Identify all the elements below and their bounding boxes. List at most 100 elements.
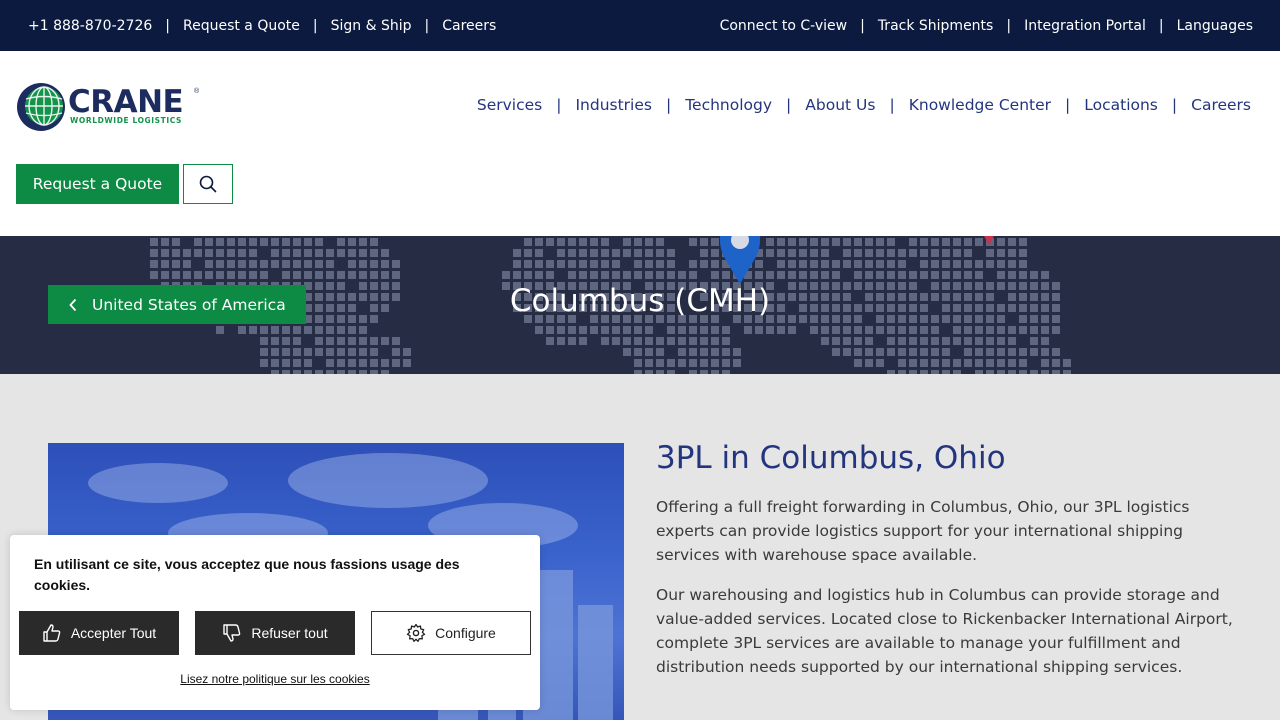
- map-dot: [634, 326, 642, 334]
- cookie-policy-link[interactable]: Lisez notre politique sur les cookies: [10, 672, 540, 686]
- map-dot: [304, 348, 312, 356]
- map-dot: [942, 359, 950, 367]
- map-dot: [876, 249, 884, 257]
- map-dot: [909, 238, 917, 246]
- map-dot: [282, 249, 290, 257]
- map-dot: [964, 326, 972, 334]
- map-dot: [381, 260, 389, 268]
- map-dot: [590, 326, 598, 334]
- sign-ship-link[interactable]: Sign & Ship: [331, 18, 412, 34]
- map-dot: [722, 359, 730, 367]
- map-dot: [150, 249, 158, 257]
- map-dot: [216, 238, 224, 246]
- map-dot: [1008, 326, 1016, 334]
- map-dot: [315, 337, 323, 345]
- accept-all-button[interactable]: Accepter Tout: [19, 611, 179, 655]
- map-dot: [766, 271, 774, 279]
- map-dot: [1052, 359, 1060, 367]
- map-dot: [898, 370, 906, 374]
- map-dot: [293, 326, 301, 334]
- map-dot: [832, 260, 840, 268]
- map-dot: [821, 238, 829, 246]
- map-dot: [766, 238, 774, 246]
- track-shipments-link[interactable]: Track Shipments: [878, 18, 994, 34]
- map-dot: [898, 359, 906, 367]
- map-dot: [271, 337, 279, 345]
- map-dot: [777, 260, 785, 268]
- search-button[interactable]: [183, 164, 233, 204]
- map-dot: [304, 271, 312, 279]
- map-dot: [832, 271, 840, 279]
- map-dot: [1052, 370, 1060, 374]
- nav-knowledge-center[interactable]: Knowledge Center: [909, 96, 1051, 114]
- map-dot: [293, 370, 301, 374]
- map-dot: [898, 348, 906, 356]
- map-dot: [986, 249, 994, 257]
- map-dot: [546, 238, 554, 246]
- map-dot: [601, 260, 609, 268]
- map-dot: [194, 271, 202, 279]
- map-dot: [953, 370, 961, 374]
- nav-locations[interactable]: Locations: [1084, 96, 1158, 114]
- site-header: CRANE ® WORLDWIDE LOGISTICS Services | I…: [0, 51, 1280, 236]
- separator: |: [1158, 17, 1164, 34]
- map-dot: [1019, 348, 1027, 356]
- map-dot: [788, 326, 796, 334]
- map-dot: [359, 359, 367, 367]
- registered-mark: ®: [194, 88, 200, 95]
- map-dot: [1019, 271, 1027, 279]
- map-dot: [810, 271, 818, 279]
- map-dot: [722, 337, 730, 345]
- map-dot: [282, 359, 290, 367]
- map-dot: [997, 359, 1005, 367]
- phone-link[interactable]: +1 888-870-2726: [28, 18, 152, 34]
- map-dot: [623, 271, 631, 279]
- request-quote-button[interactable]: Request a Quote: [16, 164, 179, 204]
- nav-services[interactable]: Services: [477, 96, 542, 114]
- map-dot: [282, 238, 290, 246]
- map-dot: [975, 260, 983, 268]
- map-dot: [689, 260, 697, 268]
- map-dot: [304, 238, 312, 246]
- map-dot: [623, 348, 631, 356]
- configure-label: Configure: [435, 625, 496, 641]
- map-dot: [634, 271, 642, 279]
- top-request-quote-link[interactable]: Request a Quote: [183, 18, 300, 34]
- map-dot: [359, 271, 367, 279]
- nav-about-us[interactable]: About Us: [805, 96, 875, 114]
- map-dot: [1030, 271, 1038, 279]
- map-dot: [711, 348, 719, 356]
- connect-cview-link[interactable]: Connect to C-view: [720, 18, 848, 34]
- map-dot: [964, 359, 972, 367]
- map-dot: [535, 260, 543, 268]
- separator: |: [312, 17, 318, 34]
- map-dot: [194, 238, 202, 246]
- map-dot: [766, 249, 774, 257]
- map-dot: [931, 348, 939, 356]
- map-dot: [799, 249, 807, 257]
- map-dot: [260, 348, 268, 356]
- map-dot: [821, 260, 829, 268]
- map-dot: [667, 260, 675, 268]
- separator: |: [1171, 96, 1178, 114]
- map-dot: [645, 326, 653, 334]
- map-dot: [931, 249, 939, 257]
- map-dot: [524, 260, 532, 268]
- top-careers-link[interactable]: Careers: [442, 18, 496, 34]
- refuse-all-button[interactable]: Refuser tout: [195, 611, 355, 655]
- map-dot: [524, 238, 532, 246]
- nav-industries[interactable]: Industries: [575, 96, 652, 114]
- map-dot: [865, 348, 873, 356]
- map-dot: [150, 271, 158, 279]
- nav-careers[interactable]: Careers: [1191, 96, 1251, 114]
- languages-link[interactable]: Languages: [1177, 18, 1253, 34]
- map-dot: [524, 249, 532, 257]
- nav-technology[interactable]: Technology: [685, 96, 772, 114]
- crane-logo[interactable]: CRANE ® WORLDWIDE LOGISTICS: [16, 82, 206, 132]
- configure-button[interactable]: Configure: [371, 611, 531, 655]
- map-dot: [381, 359, 389, 367]
- map-dot: [1030, 337, 1038, 345]
- map-dot: [238, 260, 246, 268]
- map-dot: [689, 337, 697, 345]
- integration-portal-link[interactable]: Integration Portal: [1024, 18, 1146, 34]
